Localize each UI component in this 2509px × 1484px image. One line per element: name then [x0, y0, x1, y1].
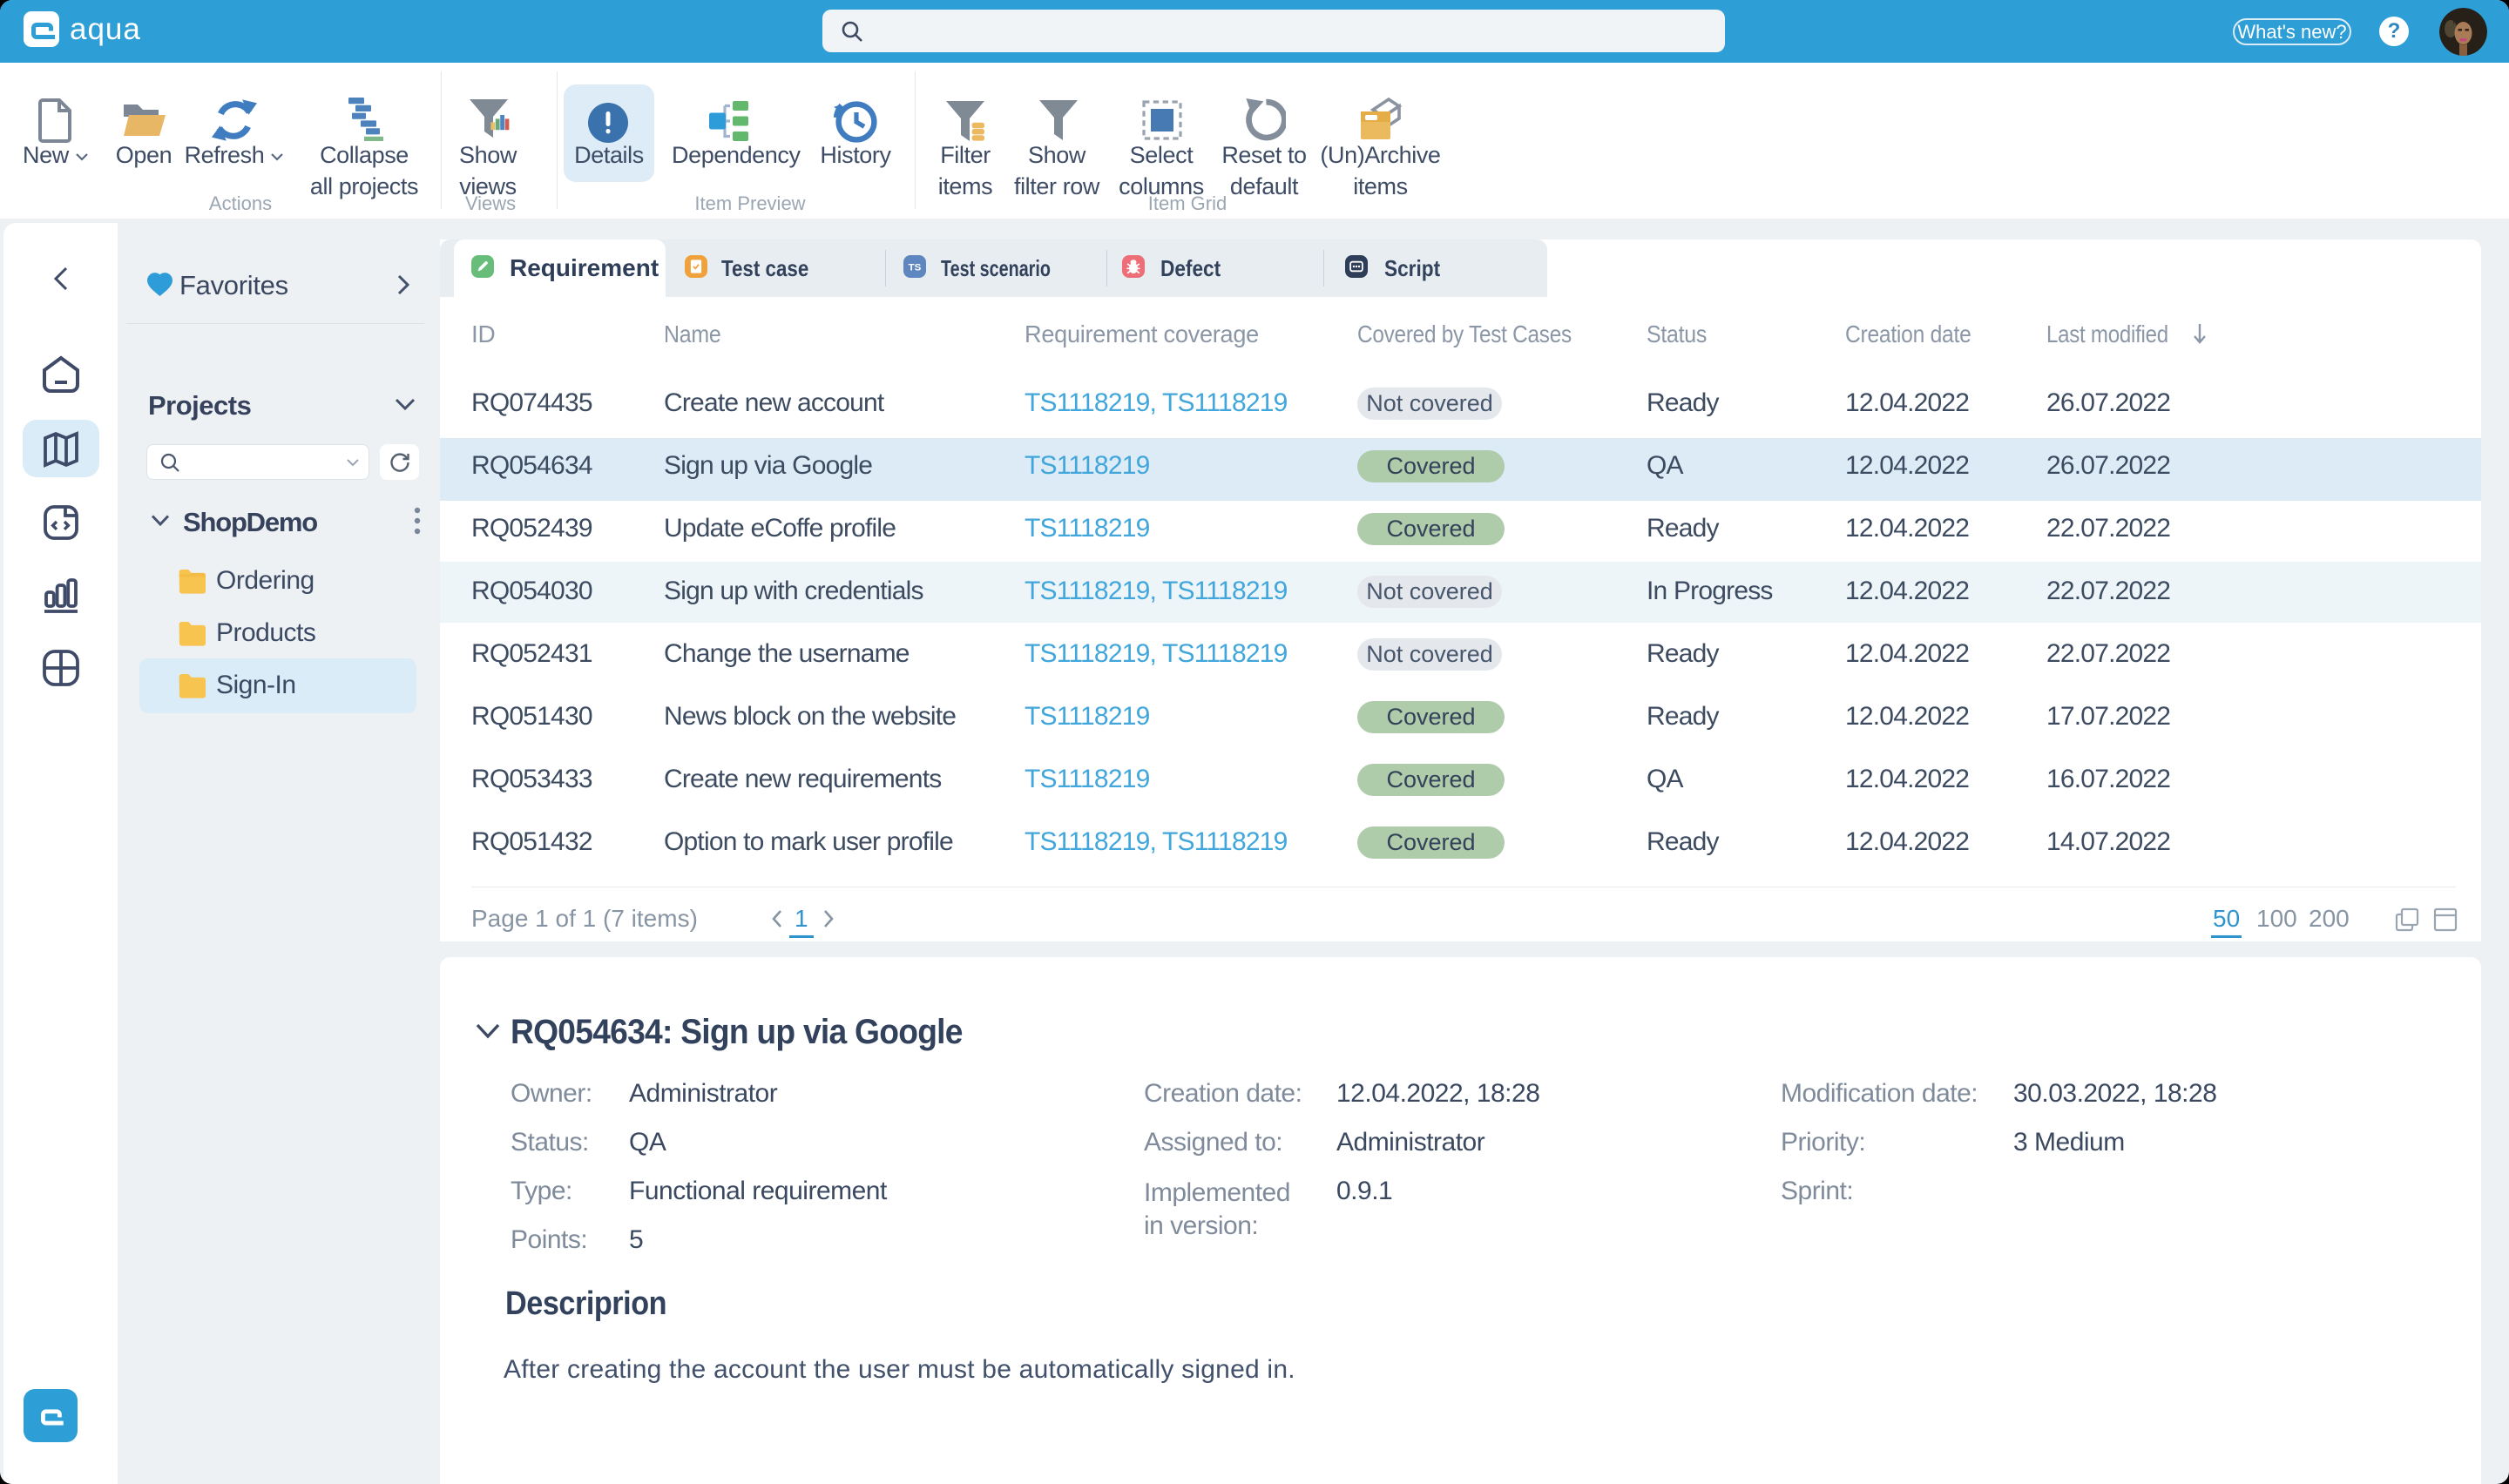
svg-text:TS: TS [909, 263, 922, 273]
